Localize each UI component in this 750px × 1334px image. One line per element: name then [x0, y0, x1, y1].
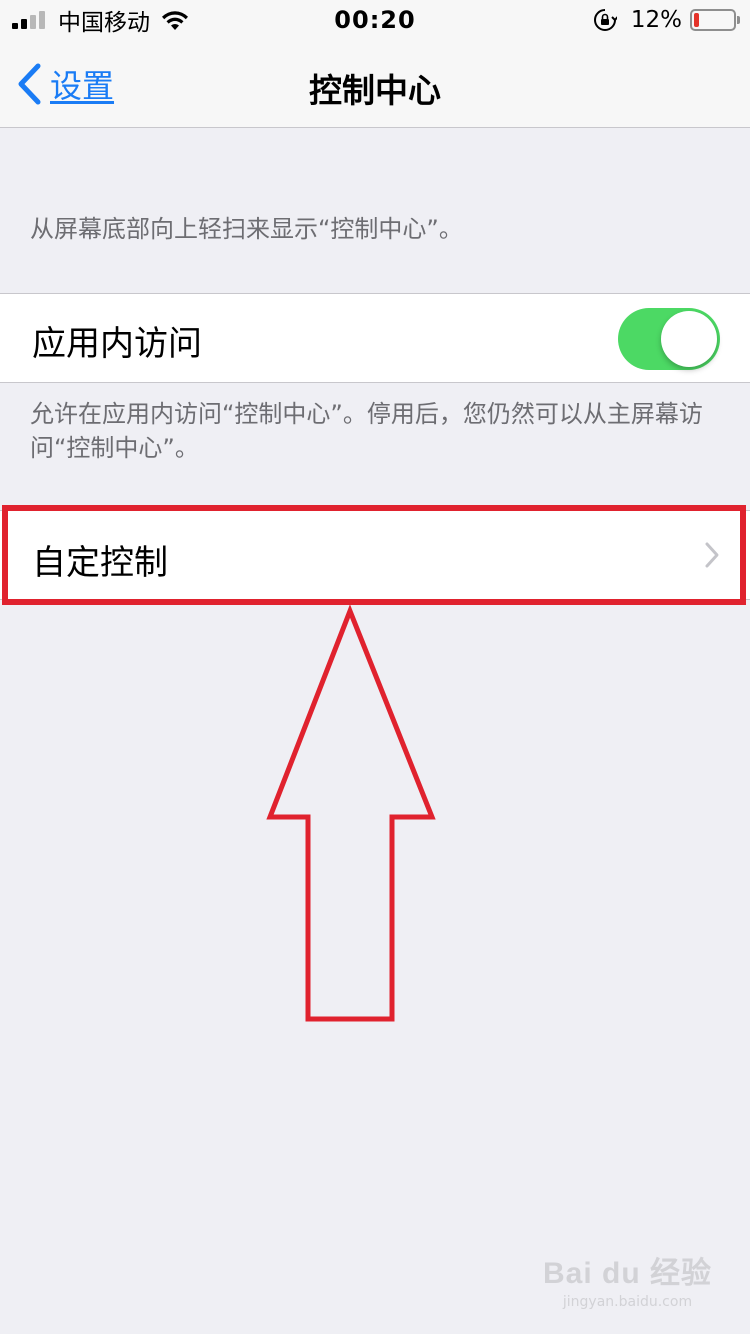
battery-icon	[690, 9, 740, 31]
annotation-up-arrow	[266, 605, 436, 1022]
baidu-watermark: Bai du 经验 jingyan.baidu.com	[543, 1248, 712, 1310]
access-in-apps-toggle[interactable]	[618, 308, 720, 370]
battery-percent: 12%	[630, 7, 682, 33]
status-right: 12%	[593, 6, 740, 34]
chevron-right-icon	[705, 542, 719, 568]
status-bar: 中国移动 00:20 12%	[0, 0, 750, 40]
watermark-url: jingyan.baidu.com	[562, 1294, 693, 1310]
orientation-lock-icon	[593, 9, 617, 31]
toggle-knob	[661, 311, 717, 367]
watermark-logo: Bai du 经验	[542, 1257, 712, 1290]
navigation-bar: 设置 控制中心	[0, 40, 750, 128]
access-in-apps-row: 应用内访问	[0, 293, 750, 383]
customize-controls-label: 自定控制	[32, 543, 168, 583]
customize-controls-row[interactable]: 自定控制	[0, 510, 750, 600]
intro-description: 从屏幕底部向上轻扫来显示“控制中心”。	[30, 215, 463, 243]
battery-level-fill	[694, 13, 699, 27]
access-in-apps-footer: 允许在应用内访问“控制中心”。停用后，您仍然可以从主屏幕访问“控制中心”。	[30, 400, 703, 462]
access-in-apps-label: 应用内访问	[32, 324, 202, 364]
page-title: 控制中心	[309, 71, 441, 110]
